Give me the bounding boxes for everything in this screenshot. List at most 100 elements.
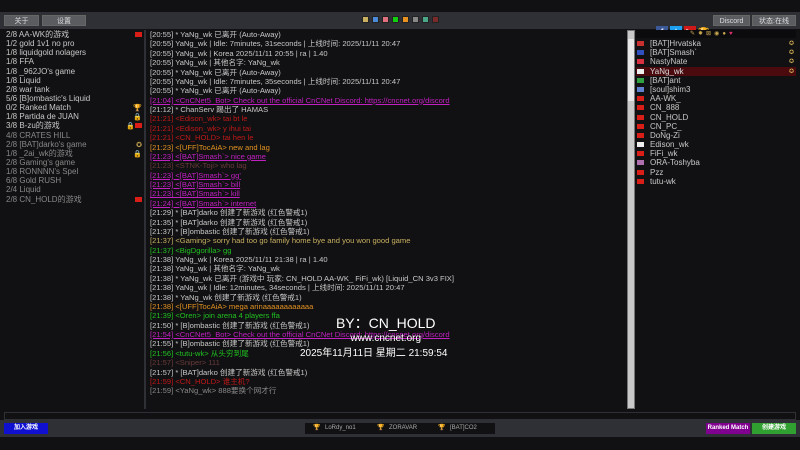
- game-title: 1/8 _2ai_wk的游戏: [6, 148, 73, 158]
- chat-message: [21:21] <Edison_wk> y ihui tai: [150, 123, 251, 133]
- top-toolbar: 关于 设置 f t ▶ 🏆 Discord 状态:在线: [0, 12, 800, 38]
- flag-icon: [637, 114, 644, 120]
- color-swatch[interactable]: [382, 16, 389, 23]
- user-name: CN_PC_: [650, 121, 682, 131]
- user-list-item[interactable]: CN_HOLD: [636, 113, 796, 122]
- game-title: 2/8 Gaming's game: [6, 157, 76, 167]
- game-list-item[interactable]: 2/4 Liquid: [4, 185, 144, 194]
- game-title: 1/8 Liquid: [6, 75, 41, 85]
- chat-message: [21:38] YaNg_wk | 其他名字: YaNg_wk: [150, 264, 280, 274]
- user-list-item[interactable]: [soul]shim3: [636, 85, 796, 94]
- user-list-item[interactable]: Edison_wk: [636, 140, 796, 149]
- chat-message[interactable]: [21:23] <[BAT]Smash`> kill: [149, 189, 626, 198]
- chat-message[interactable]: [21:23] <[BAT]Smash`> nice game: [149, 152, 626, 161]
- user-list-item[interactable]: FiFi_wk: [636, 149, 796, 158]
- game-list[interactable]: 2/8 AA-WK的游戏 1/2 gold 1v1 no pro 1/8 liqui…: [4, 30, 146, 409]
- color-swatch[interactable]: [422, 16, 429, 23]
- flag-icon: [637, 50, 644, 56]
- color-swatch[interactable]: [412, 16, 419, 23]
- color-swatch[interactable]: [372, 16, 379, 23]
- game-list-item[interactable]: 4/8 CRATES HILL: [4, 131, 144, 140]
- user-filter-icon-row[interactable]: ✎✸⊠◉●♥: [690, 30, 736, 37]
- user-list-item[interactable]: ORA-Toshyba: [636, 158, 796, 167]
- ranked-match-button[interactable]: Ranked Match: [706, 423, 750, 434]
- chat-message: [21:37] * [B]ombastic 创建了新游戏 (红色警戒1): [150, 226, 310, 236]
- flag-icon: [637, 59, 644, 65]
- watermark-site: www.cncnet.org: [350, 333, 422, 344]
- game-list-item[interactable]: 1/8 RONNNN's Spel: [4, 167, 144, 176]
- game-list-item[interactable]: 1/8 Liquid: [4, 76, 144, 85]
- game-list-item[interactable]: 0/2 Ranked Match 🏆: [4, 103, 144, 112]
- game-list-item[interactable]: 5/6 [B]ombastic's Liquid: [4, 94, 144, 103]
- player-name: LoRdy_no1: [325, 425, 356, 431]
- chat-message: [21:29] * [BAT]darko 创建了新游戏 (红色警戒1): [150, 208, 308, 218]
- user-name: CN_888: [650, 103, 680, 113]
- chat-message: [21:59] <YaNg_wk> 888要换个网才行: [150, 386, 277, 396]
- discord-button[interactable]: Discord: [713, 15, 750, 26]
- chat-message[interactable]: [21:04] <CnCNet5_Bot> Check out the offi…: [149, 96, 626, 105]
- user-list-item[interactable]: YaNg_wk ✪: [636, 66, 796, 76]
- chat-message: [21:12] * ChanServ 踢出了 HAMAS: [150, 105, 269, 114]
- user-name: Edison_wk: [650, 140, 689, 150]
- settings-button[interactable]: 设置: [42, 15, 86, 26]
- game-title: 2/8 [BAT]darko's game: [6, 139, 87, 149]
- game-title: 1/8 _962JO's game: [6, 66, 76, 76]
- game-title: 5/6 [B]ombastic's Liquid: [6, 93, 91, 103]
- chat-message: [20:55] YaNg_wk | Idle: 7minutes, 35seco…: [150, 76, 401, 86]
- about-button[interactable]: 关于: [4, 15, 39, 26]
- user-list-item[interactable]: CN_888: [636, 103, 796, 112]
- user-name: Pzz: [650, 167, 664, 177]
- flag-icon: [637, 77, 644, 83]
- chat-message: [21:59] <CN_HOLD> 谁主机?: [150, 376, 250, 386]
- join-game-button[interactable]: 加入游戏: [4, 423, 48, 434]
- flag-icon: [637, 96, 644, 102]
- trophy-icon: 🏆: [438, 425, 446, 431]
- game-list-item[interactable]: 1/2 gold 1v1 no pro: [4, 39, 144, 48]
- game-list-item[interactable]: 1/8 liquidgold nolagers: [4, 48, 144, 57]
- game-list-item[interactable]: 2/8 CN_HOLD的游戏: [4, 195, 144, 204]
- user-list-item[interactable]: CN_PC_: [636, 122, 796, 131]
- user-list-item[interactable]: tutu-wk: [636, 177, 796, 186]
- game-list-item[interactable]: 2/8 [BAT]darko's game ✪: [4, 140, 144, 149]
- create-game-button[interactable]: 创建游戏: [752, 423, 796, 434]
- user-list-item[interactable]: [BAT]ant: [636, 76, 796, 85]
- chat-message: [21:21] <CN_HOLD> tai hen le: [150, 133, 254, 143]
- user-name: [BAT]Smash`: [650, 48, 697, 58]
- user-list-item[interactable]: NastyNate ✪: [636, 57, 796, 66]
- user-list-item[interactable]: [BAT]Smash` ✪: [636, 48, 796, 57]
- game-list-item[interactable]: 6/8 Gold RUSH: [4, 176, 144, 185]
- color-swatch[interactable]: [392, 16, 399, 23]
- user-list-item[interactable]: AA-WK_: [636, 94, 796, 103]
- game-list-item[interactable]: 1/8 _2ai_wk的游戏 🔒: [4, 149, 144, 158]
- player-name: [BAT]CO2: [450, 425, 477, 431]
- user-name: YaNg_wk: [650, 66, 684, 76]
- chat-input[interactable]: [4, 412, 796, 420]
- game-list-item[interactable]: 2/8 Gaming's game: [4, 158, 144, 167]
- ranked-players: 🏆 LoRdy_no1 🏆 ZORAVAR 🏆 [BAT]CO2: [305, 423, 495, 434]
- game-list-item[interactable]: 3/8 B-zu的游戏 🔒: [4, 121, 144, 130]
- color-swatch[interactable]: [362, 16, 369, 23]
- chat-message[interactable]: [21:24] <[BAT]Smash`> internet: [149, 199, 626, 208]
- user-name: ORA-Toshyba: [650, 158, 700, 168]
- game-list-item[interactable]: 2/8 AA-WK的游戏: [4, 30, 144, 39]
- chat-message: [20:55] YaNg_wk | Korea 2025/11/11 20:55…: [150, 48, 328, 58]
- user-list-item[interactable]: DoNg-Zi: [636, 131, 796, 140]
- game-list-item[interactable]: 1/8 _962JO's game: [4, 67, 144, 76]
- user-list-item[interactable]: Pzz: [636, 168, 796, 177]
- chat-message: [21:37] <Gaming> sorry had too go family…: [150, 236, 411, 246]
- chat-scrollbar[interactable]: [627, 30, 635, 409]
- game-title: 1/2 gold 1v1 no pro: [6, 39, 75, 49]
- user-name: AA-WK_: [650, 94, 681, 104]
- status-button[interactable]: 状态:在线: [752, 15, 796, 26]
- flag-icon: [637, 160, 644, 166]
- scrollbar-thumb[interactable]: [628, 39, 634, 101]
- color-swatch[interactable]: [432, 16, 439, 23]
- user-list-item[interactable]: [BAT]Hrvatska ✪: [636, 39, 796, 48]
- game-list-item[interactable]: 1/8 FFA: [4, 57, 144, 66]
- user-list[interactable]: [BAT]Hrvatska ✪ [BAT]Smash` ✪ NastyNate ✪ YaNg…: [636, 39, 796, 409]
- color-swatch[interactable]: [402, 16, 409, 23]
- user-name: DoNg-Zi: [650, 130, 680, 140]
- chat-message[interactable]: [21:23] <[BAT]Smash`> gg': [149, 171, 626, 180]
- chat-message[interactable]: [21:23] <[BAT]Smash`> bill: [149, 180, 626, 189]
- game-list-item[interactable]: 2/8 war tank: [4, 85, 144, 94]
